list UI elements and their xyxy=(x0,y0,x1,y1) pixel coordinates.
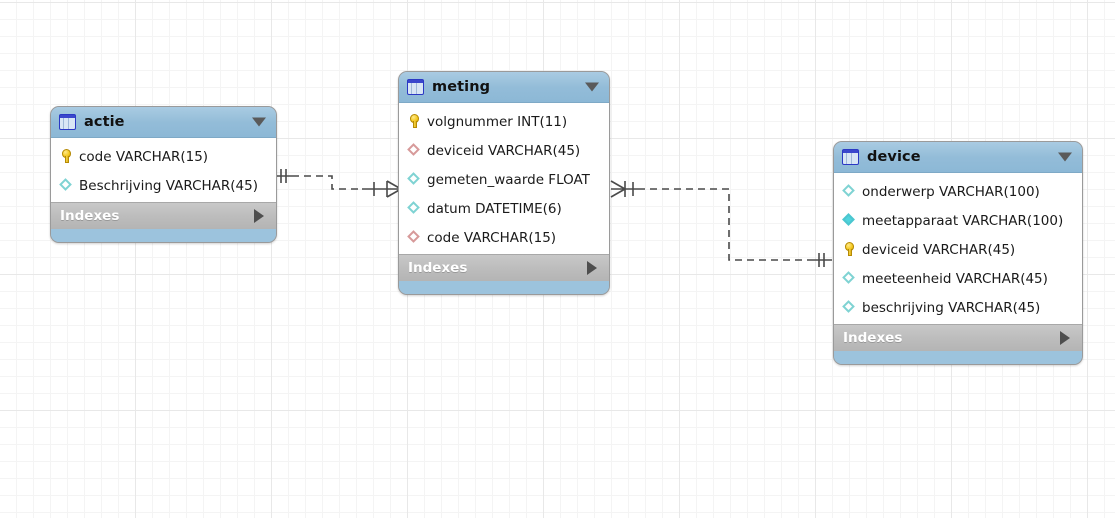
column-label: meetapparaat VARCHAR(100) xyxy=(862,212,1064,229)
column-label: code VARCHAR(15) xyxy=(427,229,557,246)
chevron-right-icon[interactable] xyxy=(254,209,264,223)
indexes-section-actie[interactable]: Indexes xyxy=(51,202,276,229)
foreign-key-icon xyxy=(407,143,421,157)
indexes-label: Indexes xyxy=(60,208,120,224)
relationship-line xyxy=(638,188,813,261)
nullable-column-icon xyxy=(842,300,856,314)
primary-key-icon xyxy=(843,242,856,257)
chevron-right-icon[interactable] xyxy=(587,261,597,275)
column-row[interactable]: meeteenheid VARCHAR(45) xyxy=(834,264,1082,293)
column-row[interactable]: volgnummer INT(11) xyxy=(399,107,609,136)
table-icon xyxy=(842,149,859,165)
column-row[interactable]: onderwerp VARCHAR(100) xyxy=(834,177,1082,206)
column-label: Beschrijving VARCHAR(45) xyxy=(79,177,259,194)
column-list-device: onderwerp VARCHAR(100) meetapparaat VARC… xyxy=(834,173,1082,324)
table-header-actie[interactable]: actie xyxy=(51,107,276,138)
column-label: datum DATETIME(6) xyxy=(427,200,562,217)
table-footer xyxy=(51,229,276,242)
column-list-actie: code VARCHAR(15) Beschrijving VARCHAR(45… xyxy=(51,138,276,202)
indexes-label: Indexes xyxy=(408,260,468,276)
column-row[interactable]: Beschrijving VARCHAR(45) xyxy=(51,171,276,200)
table-header-meting[interactable]: meting xyxy=(399,72,609,103)
column-label: onderwerp VARCHAR(100) xyxy=(862,183,1040,200)
table-node-device[interactable]: device onderwerp VARCHAR(100) meetappara… xyxy=(833,141,1083,365)
indexes-label: Indexes xyxy=(843,330,903,346)
indexes-section-device[interactable]: Indexes xyxy=(834,324,1082,351)
nullable-column-icon xyxy=(842,271,856,285)
relationship-meting-device[interactable] xyxy=(608,175,843,275)
notnull-column-icon xyxy=(842,213,856,227)
column-row[interactable]: deviceid VARCHAR(45) xyxy=(399,136,609,165)
chevron-down-icon[interactable] xyxy=(252,117,266,127)
column-list-meting: volgnummer INT(11) deviceid VARCHAR(45) … xyxy=(399,103,609,254)
table-icon xyxy=(407,79,424,95)
table-title: meting xyxy=(432,79,491,95)
column-label: deviceid VARCHAR(45) xyxy=(862,241,1016,258)
cardinality-one-marker xyxy=(813,253,832,267)
column-row[interactable]: meetapparaat VARCHAR(100) xyxy=(834,206,1082,235)
column-label: volgnummer INT(11) xyxy=(427,113,568,130)
nullable-column-icon xyxy=(407,201,421,215)
chevron-down-icon[interactable] xyxy=(1058,152,1072,162)
primary-key-icon xyxy=(408,114,421,129)
column-label: code VARCHAR(15) xyxy=(79,148,209,165)
foreign-key-icon xyxy=(407,230,421,244)
relationship-line xyxy=(292,175,362,190)
indexes-section-meting[interactable]: Indexes xyxy=(399,254,609,281)
table-node-actie[interactable]: actie code VARCHAR(15) Beschrijving VARC… xyxy=(50,106,277,243)
table-footer xyxy=(399,281,609,294)
table-header-device[interactable]: device xyxy=(834,142,1082,173)
nullable-column-icon xyxy=(59,178,73,192)
cardinality-many-marker xyxy=(610,180,638,198)
column-row[interactable]: deviceid VARCHAR(45) xyxy=(834,235,1082,264)
chevron-right-icon[interactable] xyxy=(1060,331,1070,345)
primary-key-icon xyxy=(60,149,73,164)
column-row[interactable]: beschrijving VARCHAR(45) xyxy=(834,293,1082,322)
nullable-column-icon xyxy=(407,172,421,186)
table-icon xyxy=(59,114,76,130)
cardinality-many-marker xyxy=(362,180,402,198)
column-label: gemeten_waarde FLOAT xyxy=(427,171,590,188)
eer-diagram-canvas[interactable]: actie code VARCHAR(15) Beschrijving VARC… xyxy=(0,0,1115,518)
column-row[interactable]: code VARCHAR(15) xyxy=(399,223,609,252)
table-title: device xyxy=(867,149,921,165)
column-row[interactable]: datum DATETIME(6) xyxy=(399,194,609,223)
column-label: meeteenheid VARCHAR(45) xyxy=(862,270,1048,287)
column-row[interactable]: code VARCHAR(15) xyxy=(51,142,276,171)
table-node-meting[interactable]: meting volgnummer INT(11) deviceid VARCH… xyxy=(398,71,610,295)
column-label: deviceid VARCHAR(45) xyxy=(427,142,581,159)
table-footer xyxy=(834,351,1082,364)
column-row[interactable]: gemeten_waarde FLOAT xyxy=(399,165,609,194)
column-label: beschrijving VARCHAR(45) xyxy=(862,299,1041,316)
chevron-down-icon[interactable] xyxy=(585,82,599,92)
table-title: actie xyxy=(84,114,125,130)
nullable-column-icon xyxy=(842,184,856,198)
